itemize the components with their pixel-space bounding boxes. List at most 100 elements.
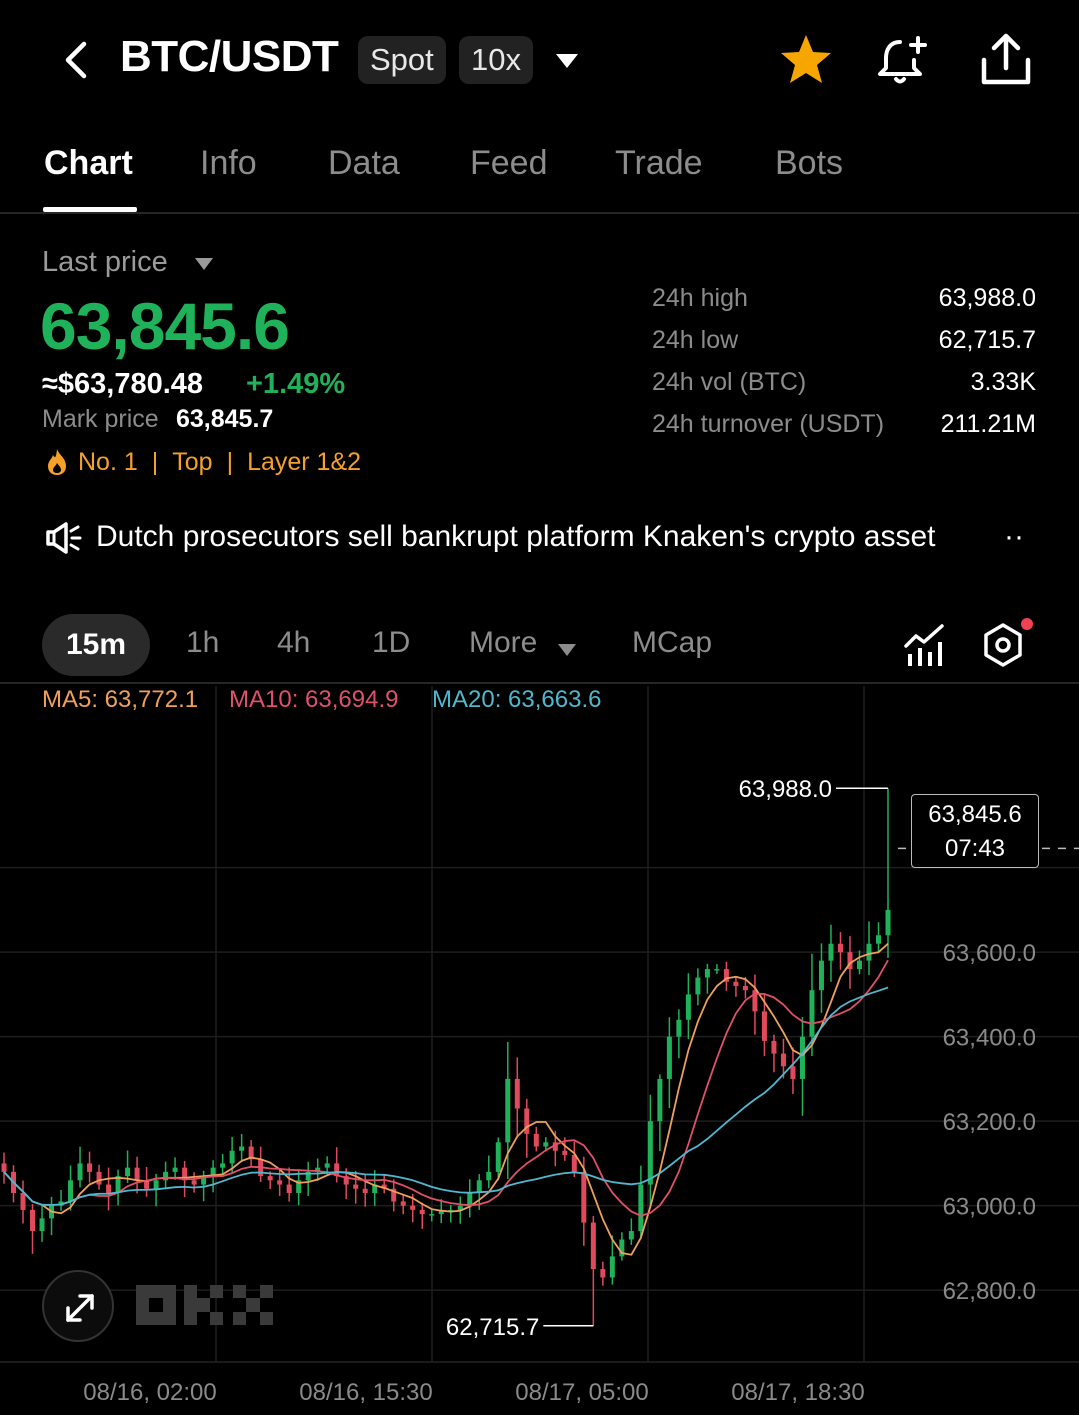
tag-rank[interactable]: No. 1 — [78, 448, 138, 477]
stat-value: 211.21M — [940, 410, 1036, 438]
candle-body — [590, 1222, 596, 1270]
candle-body — [799, 1036, 805, 1079]
candle-body — [419, 1209, 425, 1215]
share-icon[interactable] — [976, 30, 1036, 90]
high-marker-label: 63,988.0 — [739, 776, 832, 803]
star-icon[interactable] — [776, 30, 836, 90]
interval-15m[interactable]: 15m — [42, 614, 150, 676]
interval-mcap[interactable]: MCap — [632, 626, 712, 660]
tab-bots[interactable]: Bots — [775, 144, 843, 183]
leverage-chip[interactable]: 10x — [459, 36, 533, 84]
candle-body — [685, 994, 691, 1020]
tag-separator: | — [226, 447, 234, 476]
notification-dot — [1021, 618, 1033, 630]
last-price-marker-value: 63,845.6 — [928, 801, 1022, 828]
interval-bar: 15m 1h 4h 1D More MCap — [0, 612, 1079, 684]
tag-top[interactable]: Top — [172, 448, 212, 477]
candle-body — [609, 1256, 615, 1278]
last-price-label[interactable]: Last price — [42, 246, 168, 279]
bell-plus-icon[interactable] — [872, 30, 932, 90]
pair-title[interactable]: BTC/USDT — [120, 32, 339, 82]
tab-feed[interactable]: Feed — [470, 144, 548, 183]
interval-1d[interactable]: 1D — [372, 626, 410, 660]
candle-body — [20, 1193, 26, 1210]
caret-down-icon[interactable] — [193, 256, 215, 272]
candle-body — [543, 1142, 549, 1147]
caret-down-icon[interactable] — [556, 642, 578, 658]
stat-value: 62,715.7 — [938, 326, 1036, 354]
candle-body — [495, 1142, 501, 1172]
candle-body — [505, 1078, 511, 1143]
tag-layer[interactable]: Layer 1&2 — [247, 448, 361, 477]
candle-body — [818, 960, 824, 991]
stat-24h-turnover: 24h turnover (USDT) 211.21M — [652, 410, 1036, 452]
candle-body — [837, 943, 843, 953]
candle-body — [106, 1184, 112, 1193]
tag-separator: | — [151, 447, 159, 476]
stat-value: 63,988.0 — [938, 284, 1036, 312]
candle-body — [400, 1201, 406, 1206]
low-marker-label: 62,715.7 — [446, 1314, 539, 1341]
back-arrow-icon[interactable] — [58, 38, 98, 82]
candle-body — [410, 1205, 416, 1210]
tab-chart[interactable]: Chart — [44, 144, 133, 183]
stat-label: 24h low — [652, 326, 739, 354]
interval-4h[interactable]: 4h — [277, 626, 310, 660]
stat-label: 24h turnover (USDT) — [652, 410, 885, 438]
chevron-down-icon[interactable] — [552, 48, 582, 72]
candle-body — [39, 1218, 45, 1232]
x-tick-label: 08/17, 18:30 — [731, 1379, 864, 1406]
candle-body — [277, 1180, 283, 1185]
candle-body — [68, 1180, 74, 1202]
market-chip[interactable]: Spot — [358, 36, 446, 84]
candle-body — [600, 1269, 606, 1278]
candle-body — [191, 1180, 197, 1185]
interval-1h[interactable]: 1h — [186, 626, 219, 660]
tab-info[interactable]: Info — [200, 144, 257, 183]
mark-price-value: 63,845.7 — [176, 405, 274, 433]
tab-data[interactable]: Data — [328, 144, 400, 183]
last-price-marker: 63,845.6 07:43 — [911, 794, 1039, 868]
candle-body — [771, 1040, 777, 1054]
candle-body — [638, 1184, 644, 1232]
price-change-percent: +1.49% — [246, 368, 346, 400]
candle-body — [172, 1167, 178, 1172]
x-tick-label: 08/16, 02:00 — [83, 1379, 216, 1406]
candle-body — [581, 1171, 587, 1223]
usd-equivalent: ≈$63,780.48 — [42, 368, 204, 400]
active-tab-indicator — [43, 207, 137, 212]
candle-body — [533, 1133, 539, 1147]
y-tick-label: 62,800.0 — [943, 1278, 1036, 1305]
stat-24h-low: 24h low 62,715.7 — [652, 326, 1036, 368]
ma5-legend: MA5: 63,772.1 — [42, 686, 199, 713]
tab-bar: Chart Info Data Feed Trade Bots — [0, 140, 1079, 214]
candle-body — [467, 1193, 473, 1206]
candle-body — [429, 1214, 435, 1216]
candle-body — [875, 935, 881, 944]
rank-tags[interactable]: No. 1 | Top | Layer 1&2 — [44, 447, 361, 477]
stat-label: 24h vol (BTC) — [652, 368, 807, 396]
candle-body — [866, 943, 872, 961]
fullscreen-button[interactable] — [42, 1270, 114, 1342]
candle-body — [239, 1146, 245, 1151]
candle-body — [96, 1171, 102, 1185]
candle-countdown: 07:43 — [944, 835, 1006, 862]
expand-icon — [66, 1294, 94, 1322]
indicator-icon[interactable] — [902, 622, 948, 668]
news-ticker[interactable]: Dutch prosecutors sell bankrupt platform… — [96, 520, 1006, 554]
fire-icon — [48, 449, 66, 475]
chart-settings-icon[interactable] — [980, 622, 1026, 668]
y-tick-label: 63,200.0 — [943, 1109, 1036, 1136]
candle-body — [87, 1163, 93, 1172]
candle-body — [742, 985, 748, 991]
candle-body — [733, 981, 739, 986]
ma20-legend: MA20: 63,663.6 — [432, 686, 602, 713]
candle-body — [353, 1184, 359, 1189]
stat-24h-vol: 24h vol (BTC) 3.33K — [652, 368, 1036, 410]
interval-more[interactable]: More — [469, 626, 537, 660]
candle-body — [77, 1163, 83, 1181]
tab-trade[interactable]: Trade — [615, 144, 703, 183]
news-more[interactable]: ·· — [1004, 520, 1024, 554]
candle-body — [476, 1180, 482, 1193]
candle-body — [695, 977, 701, 995]
